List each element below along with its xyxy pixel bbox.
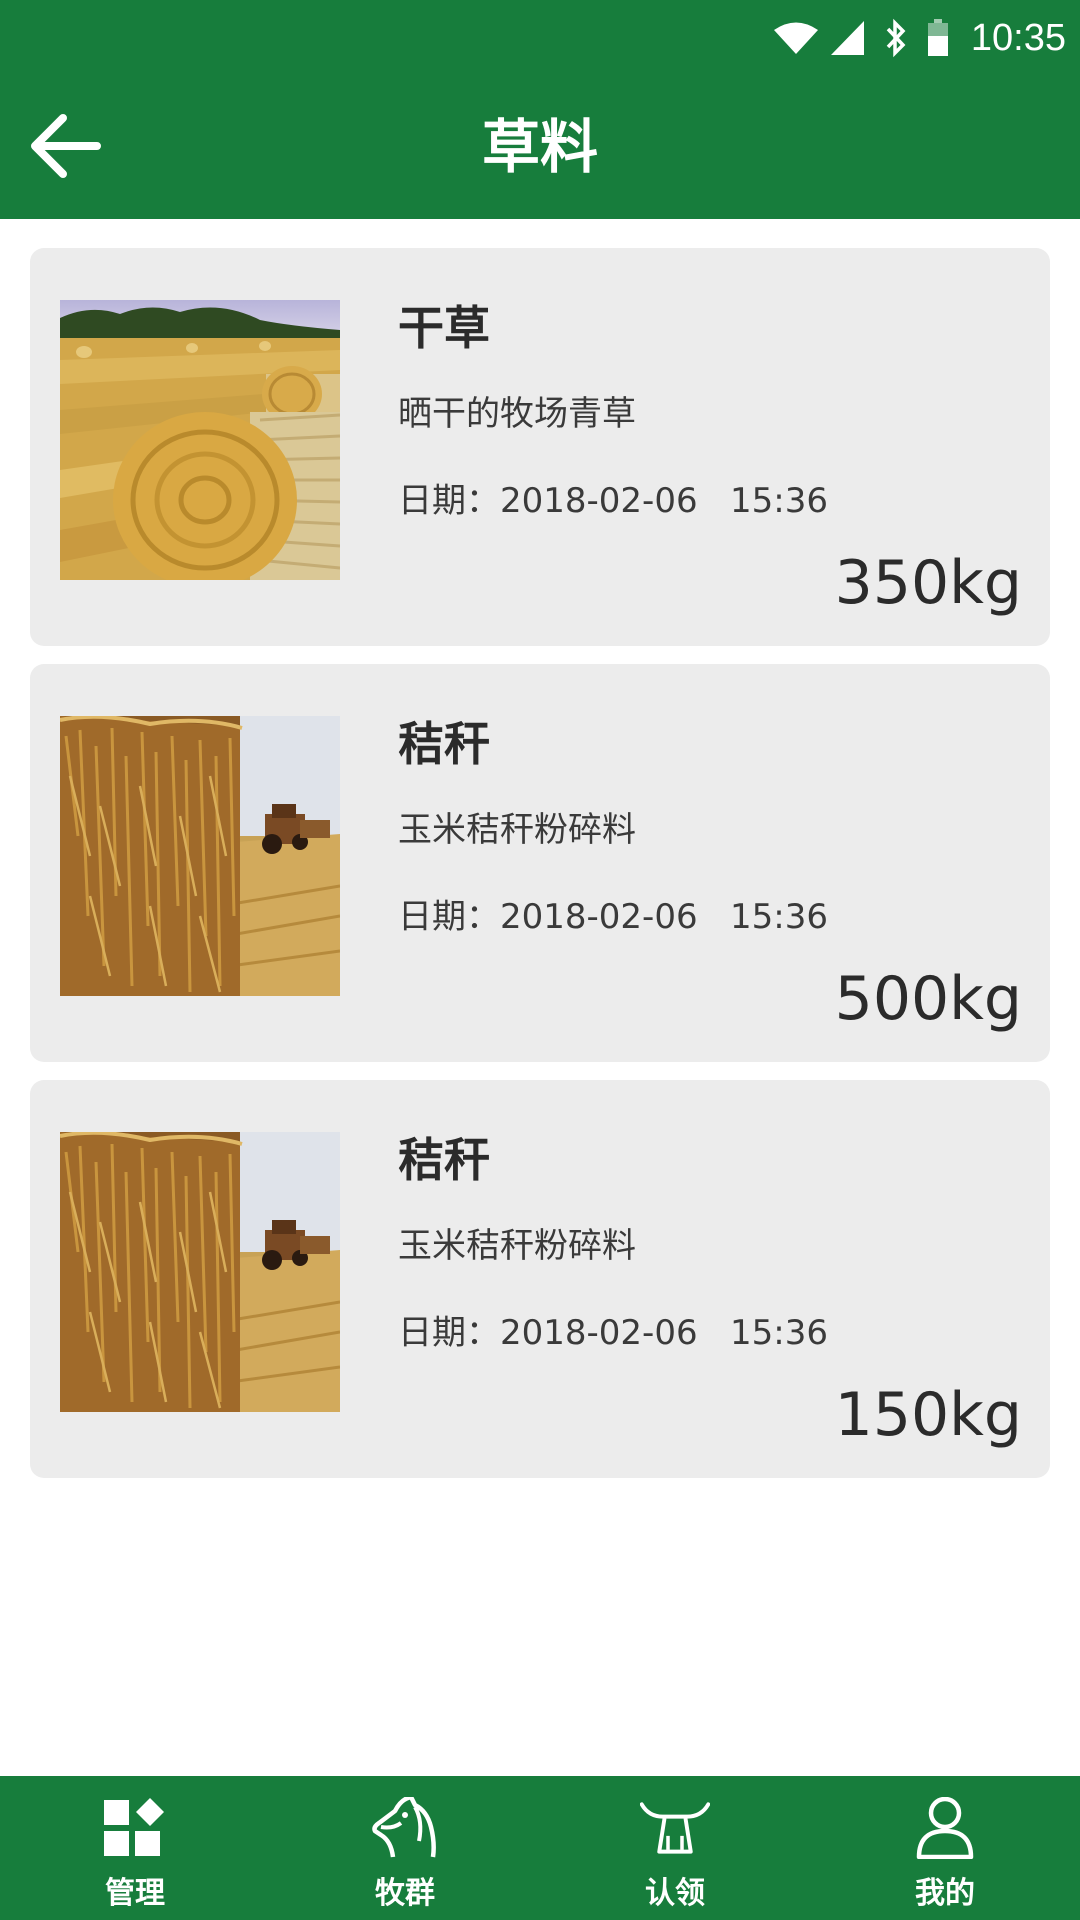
claim-icon bbox=[640, 1796, 710, 1860]
nav-item-manage[interactable]: 管理 bbox=[0, 1776, 270, 1920]
status-bar: 10:35 bbox=[0, 0, 1080, 76]
item-name: 秸秆 bbox=[398, 717, 490, 771]
list-item[interactable]: 秸秆 玉米秸秆粉碎料 日期：2018-02-06 15:36 150kg bbox=[30, 1080, 1050, 1478]
page-title: 草料 bbox=[481, 113, 598, 181]
battery-icon bbox=[927, 19, 949, 57]
wifi-icon bbox=[773, 21, 819, 55]
arrow-left-icon bbox=[29, 109, 103, 187]
item-name: 秸秆 bbox=[398, 1133, 490, 1187]
list-item[interactable]: 干草 晒干的牧场青草 日期：2018-02-06 15:36 350kg bbox=[30, 248, 1050, 646]
status-time: 10:35 bbox=[970, 16, 1066, 59]
item-description: 玉米秸秆粉碎料 bbox=[398, 1226, 636, 1266]
item-weight: 150kg bbox=[834, 1380, 1022, 1450]
app-bar: 草料 bbox=[0, 76, 1080, 219]
hay-bales-image bbox=[60, 300, 340, 580]
nav-item-herd[interactable]: 牧群 bbox=[270, 1776, 540, 1920]
nav-label: 牧群 bbox=[375, 1876, 435, 1911]
grid-manage-icon bbox=[100, 1796, 170, 1860]
item-date: 日期：2018-02-06 15:36 bbox=[398, 897, 828, 937]
item-weight: 350kg bbox=[834, 548, 1022, 618]
item-date: 日期：2018-02-06 15:36 bbox=[398, 481, 828, 521]
nav-label: 管理 bbox=[105, 1876, 165, 1911]
bottom-nav: 管理 牧群 认领 我的 bbox=[0, 1776, 1080, 1920]
straw-bale-image bbox=[60, 1132, 340, 1412]
item-date: 日期：2018-02-06 15:36 bbox=[398, 1313, 828, 1353]
back-button[interactable] bbox=[24, 106, 108, 190]
forage-list: 干草 晒干的牧场青草 日期：2018-02-06 15:36 350kg 秸秆 … bbox=[30, 248, 1050, 1496]
item-weight: 500kg bbox=[834, 964, 1022, 1034]
item-description: 晒干的牧场青草 bbox=[398, 394, 636, 434]
item-description: 玉米秸秆粉碎料 bbox=[398, 810, 636, 850]
nav-item-claim[interactable]: 认领 bbox=[540, 1776, 810, 1920]
nav-label: 我的 bbox=[915, 1876, 975, 1911]
straw-bale-image bbox=[60, 716, 340, 996]
item-name: 干草 bbox=[398, 301, 490, 355]
horse-icon bbox=[370, 1796, 440, 1860]
person-icon bbox=[910, 1796, 980, 1860]
nav-item-mine[interactable]: 我的 bbox=[810, 1776, 1080, 1920]
bluetooth-icon bbox=[883, 18, 909, 58]
signal-icon bbox=[830, 20, 865, 56]
status-icons: 10:35 bbox=[773, 14, 1066, 62]
nav-label: 认领 bbox=[645, 1876, 705, 1911]
list-item[interactable]: 秸秆 玉米秸秆粉碎料 日期：2018-02-06 15:36 500kg bbox=[30, 664, 1050, 1062]
